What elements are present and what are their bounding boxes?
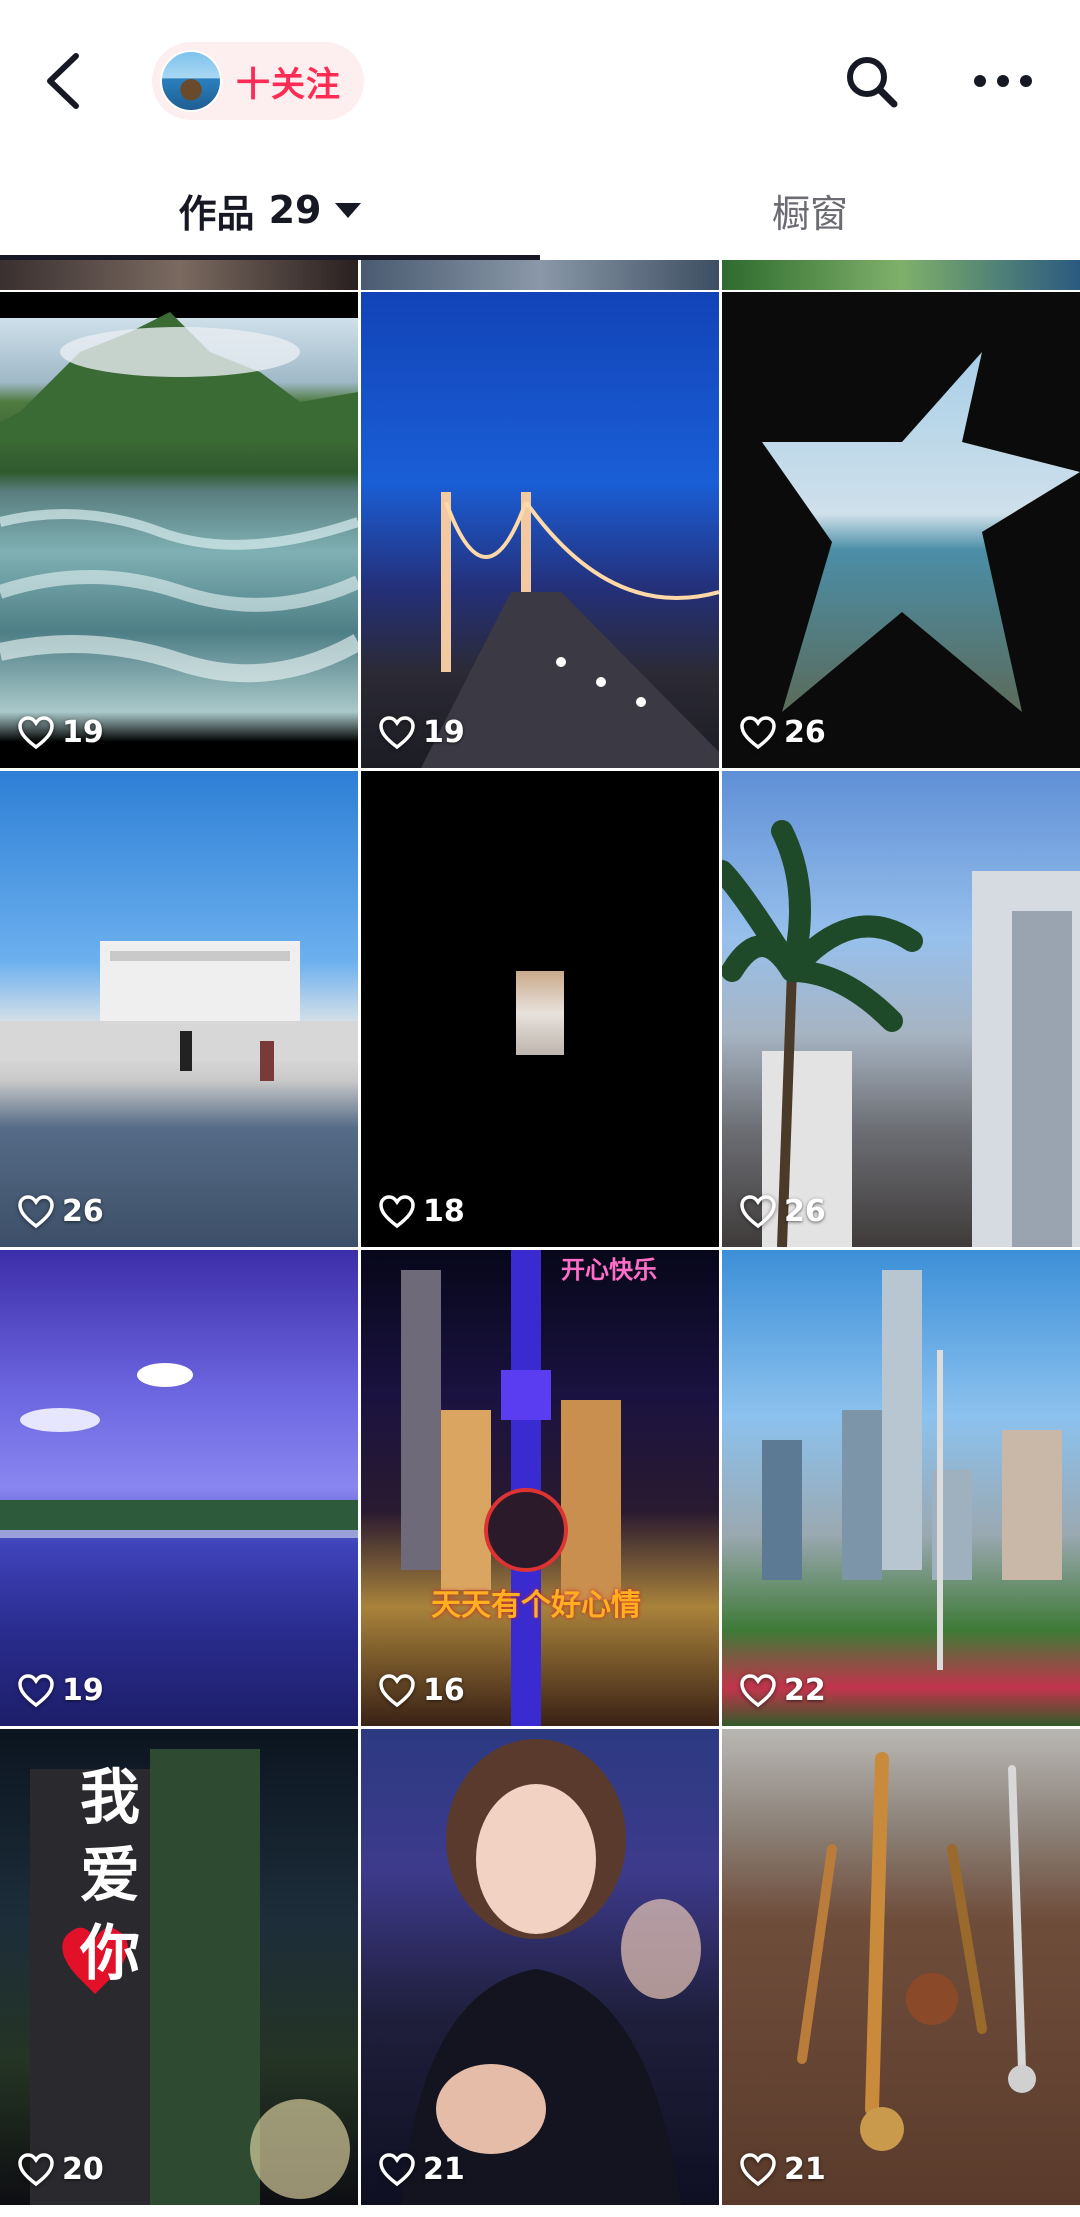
caret-down-icon[interactable] (335, 202, 362, 218)
overlay-text-vertical: 我 爱 你 (80, 1759, 140, 1993)
avatar[interactable] (160, 50, 222, 112)
search-button[interactable] (840, 50, 904, 114)
tab-works[interactable]: 作品 29 (0, 170, 540, 250)
heart-outline-icon (740, 1194, 776, 1228)
profile-tabs: 作品 29 橱窗 (0, 170, 1080, 260)
like-count: 26 (740, 1194, 826, 1229)
tab-works-label: 作品 (178, 191, 255, 236)
like-count-value: 18 (423, 1194, 465, 1229)
heart-outline-icon (18, 715, 54, 749)
heart-outline-icon (18, 1194, 54, 1228)
video-thumbnail[interactable]: 26 (722, 292, 1080, 768)
video-thumbnail[interactable]: 22 (722, 1250, 1080, 1726)
like-count-value: 22 (784, 1673, 826, 1708)
more-dots-icon (974, 75, 1032, 87)
search-icon (847, 57, 898, 108)
like-count-value: 26 (784, 715, 826, 750)
heart-outline-icon (740, 1673, 776, 1707)
top-bar: 十关注 (0, 0, 1080, 160)
video-thumbnail[interactable]: 21 (361, 1729, 719, 2205)
heart-outline-icon (379, 2152, 415, 2186)
like-count: 18 (379, 1194, 465, 1229)
tab-window[interactable]: 橱窗 (540, 170, 1080, 250)
follow-button[interactable]: 十关注 (152, 42, 364, 120)
heart-outline-icon (379, 1194, 415, 1228)
like-count-value: 19 (62, 715, 104, 750)
like-count: 20 (18, 2152, 104, 2187)
like-count: 22 (740, 1673, 826, 1708)
like-count: 26 (18, 1194, 104, 1229)
like-count-value: 26 (784, 1194, 826, 1229)
video-thumbnail-partial[interactable] (722, 260, 1080, 290)
tab-works-count: 29 (268, 188, 322, 232)
overlay-char: 爱 (80, 1841, 140, 1911)
heart-outline-icon (379, 715, 415, 749)
like-count: 19 (18, 1673, 104, 1708)
heart-outline-icon (740, 715, 776, 749)
heart-outline-icon (18, 2152, 54, 2186)
video-thumbnail[interactable]: 26 (722, 771, 1080, 1247)
overlay-text-middle: 天天有个好心情 (431, 1588, 641, 1623)
tab-window-label: 橱窗 (771, 191, 848, 236)
video-thumbnail[interactable]: 21 (722, 1729, 1080, 2205)
like-count-value: 21 (423, 2152, 465, 2187)
video-thumbnail[interactable]: 开心快乐 天天有个好心情 16 (361, 1250, 719, 1726)
video-thumbnail-partial[interactable] (361, 260, 719, 290)
like-count-value: 21 (784, 2152, 826, 2187)
heart-outline-icon (18, 1673, 54, 1707)
like-count-value: 26 (62, 1194, 104, 1229)
video-thumbnail-partial[interactable] (0, 260, 358, 290)
video-thumbnail[interactable]: 19 (0, 1250, 358, 1726)
like-count: 21 (379, 2152, 465, 2187)
video-thumbnail[interactable]: 26 (0, 771, 358, 1247)
heart-outline-icon (740, 2152, 776, 2186)
like-count: 26 (740, 715, 826, 750)
more-button[interactable] (970, 56, 1036, 106)
video-thumbnail[interactable]: 19 (361, 292, 719, 768)
video-thumbnail[interactable]: 我 爱 你 20 (0, 1729, 358, 2205)
like-count: 16 (379, 1673, 465, 1708)
partial-row (0, 260, 1080, 290)
like-count: 19 (379, 715, 465, 750)
like-count: 21 (740, 2152, 826, 2187)
like-count-value: 19 (423, 715, 465, 750)
like-count-value: 20 (62, 2152, 104, 2187)
overlay-text-top: 开心快乐 (561, 1256, 657, 1284)
overlay-char: 你 (80, 1919, 140, 1989)
like-count: 19 (18, 715, 104, 750)
video-thumbnail[interactable]: 19 (0, 292, 358, 768)
video-thumbnail[interactable]: 18 (361, 771, 719, 1247)
follow-label: 十关注 (236, 64, 341, 105)
like-count-value: 19 (62, 1673, 104, 1708)
chevron-left-icon (47, 53, 79, 109)
heart-outline-icon (379, 1673, 415, 1707)
back-button[interactable] (36, 46, 96, 116)
video-grid: 19 19 26 26 18 26 19 开心快乐 天天有个好心情 16 22 … (0, 260, 1080, 2217)
overlay-char: 我 (80, 1763, 140, 1833)
like-count-value: 16 (423, 1673, 465, 1708)
